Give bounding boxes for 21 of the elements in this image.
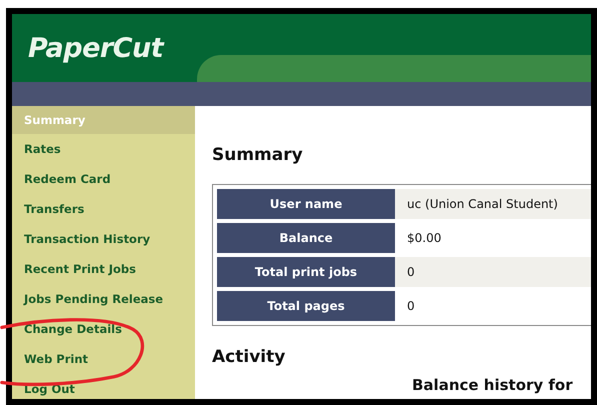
row-header: Total pages xyxy=(217,291,395,321)
section-heading: Summary xyxy=(212,144,304,166)
table-cell: uc (Union Canal Student) xyxy=(395,189,591,219)
sidebar-item[interactable]: Log Out xyxy=(12,374,195,399)
sidebar-item[interactable]: Web Print xyxy=(12,344,195,374)
table-cell-text: $0.00 xyxy=(406,230,442,247)
section-heading: Activity xyxy=(212,346,286,368)
sidebar-item[interactable]: Recent Print Jobs xyxy=(12,254,195,284)
sidebar-item[interactable]: Transaction History xyxy=(12,224,195,254)
sidebar-item[interactable]: Transfers xyxy=(12,194,195,224)
table-cell-text: 0 xyxy=(406,298,416,315)
chart-title: Balance history for xyxy=(412,376,574,394)
sidebar-item[interactable]: Redeem Card xyxy=(12,164,195,194)
sidebar-item[interactable]: Jobs Pending Release xyxy=(12,284,195,314)
table-cell: 0 xyxy=(395,257,591,287)
sidebar-item[interactable]: Rates xyxy=(12,134,195,164)
row-header: Balance xyxy=(217,223,395,253)
row-header: User name xyxy=(217,189,395,219)
logo: PaperCut xyxy=(28,32,164,64)
row-header: Total print jobs xyxy=(217,257,395,287)
sidebar-item[interactable]: Change Details xyxy=(12,314,195,344)
